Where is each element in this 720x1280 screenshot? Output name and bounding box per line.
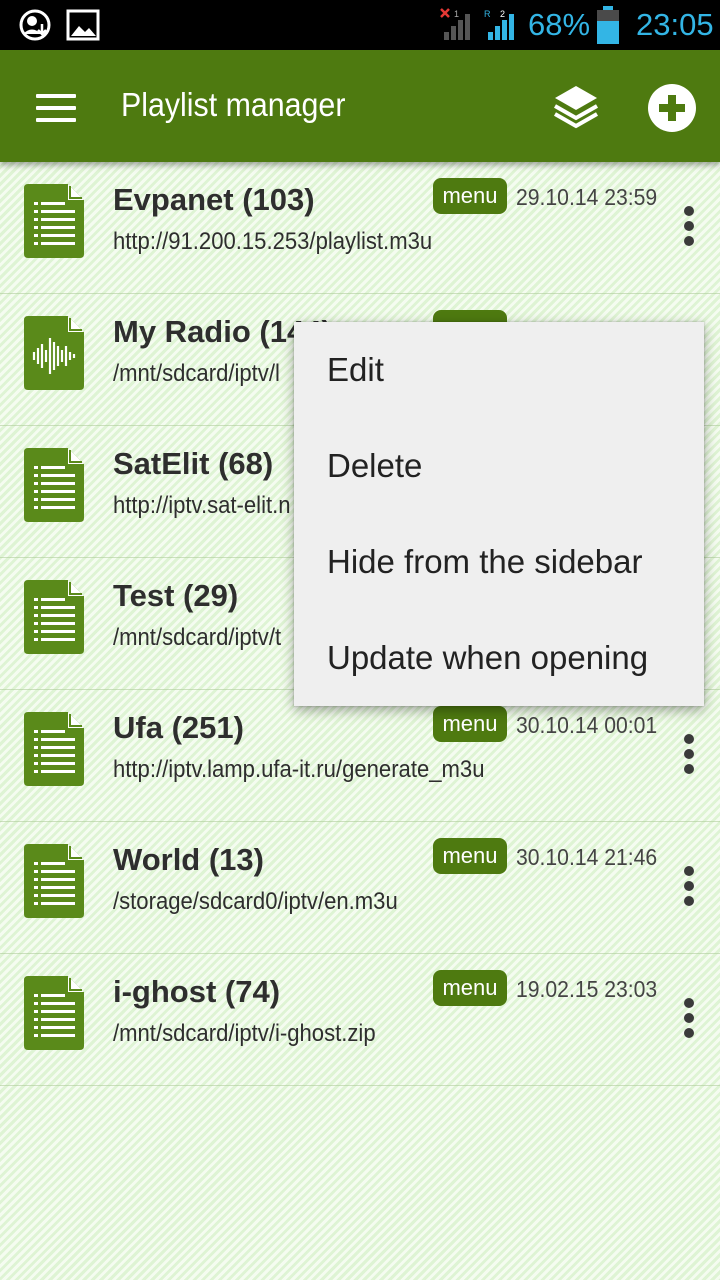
playlist-date: 30.10.14 00:01 (516, 712, 658, 738)
playlist-title: World (13) (113, 842, 264, 877)
app-bar: Playlist manager (0, 50, 720, 162)
menu-badge[interactable]: menu (433, 970, 507, 1006)
playlist-title: Ufa (251) (113, 710, 244, 745)
playlist-url: http://iptv.lamp.ufa-it.ru/generate_m3u (113, 756, 485, 783)
status-bar: 1 R 2 68% 23:05 (0, 0, 720, 50)
layers-icon[interactable] (551, 82, 601, 132)
playlist-url: /storage/sdcard0/iptv/en.m3u (113, 888, 398, 915)
more-vert-icon[interactable] (676, 998, 702, 1038)
playlist-date: 19.02.15 23:03 (516, 976, 658, 1002)
playlist-title: SatElit (68) (113, 446, 274, 481)
list-item[interactable]: Ufa (251) http://iptv.lamp.ufa-it.ru/gen… (0, 690, 720, 822)
menu-icon[interactable] (36, 94, 76, 122)
playlist-title: Test (29) (113, 578, 239, 613)
menu-badge[interactable]: menu (433, 706, 507, 742)
playlist-file-icon (24, 976, 84, 1050)
menu-badge[interactable]: menu (433, 838, 507, 874)
playlist-url: /mnt/sdcard/iptv/l (113, 360, 280, 387)
playlist-url: /mnt/sdcard/iptv/t (113, 624, 282, 651)
battery-percent: 68% (528, 7, 591, 42)
image-icon (66, 9, 100, 41)
clock: 23:05 (636, 7, 714, 42)
playlist-url: http://91.200.15.253/playlist.m3u (113, 228, 433, 255)
list-item[interactable]: i-ghost (74) /mnt/sdcard/iptv/i-ghost.zi… (0, 954, 720, 1086)
menu-item-hide-from-sidebar[interactable]: Hide from the sidebar (294, 514, 704, 610)
svg-text:1: 1 (454, 9, 459, 19)
playlist-title: i-ghost (74) (113, 974, 281, 1009)
playlist-url: /mnt/sdcard/iptv/i-ghost.zip (113, 1020, 376, 1047)
add-icon[interactable] (647, 83, 697, 133)
audio-file-icon (24, 316, 84, 390)
page-title: Playlist manager (121, 86, 346, 123)
more-vert-icon[interactable] (676, 734, 702, 774)
menu-item-edit[interactable]: Edit (294, 322, 704, 418)
battery-icon (597, 6, 619, 44)
more-vert-icon[interactable] (676, 206, 702, 246)
playlist-date: 29.10.14 23:59 (516, 184, 658, 210)
menu-item-delete[interactable]: Delete (294, 418, 704, 514)
context-menu: Edit Delete Hide from the sidebar Update… (294, 322, 704, 706)
playlist-file-icon (24, 448, 84, 522)
playlist-file-icon (24, 712, 84, 786)
list-item[interactable]: World (13) /storage/sdcard0/iptv/en.m3u … (0, 822, 720, 954)
list-item[interactable]: Evpanet (103) http://91.200.15.253/playl… (0, 162, 720, 294)
menu-badge[interactable]: menu (433, 178, 507, 214)
playlist-file-icon (24, 844, 84, 918)
playlist-file-icon (24, 184, 84, 258)
signal-sim2-icon: R 2 (484, 9, 514, 40)
playlist-title: Evpanet (103) (113, 182, 315, 217)
playlist-date: 30.10.14 21:46 (516, 844, 658, 870)
playlist-url: http://iptv.sat-elit.n (113, 492, 291, 519)
signal-sim1-icon: 1 (440, 8, 470, 40)
svg-text:2: 2 (500, 9, 505, 19)
contacts-sync-icon (19, 9, 51, 41)
svg-text:R: R (484, 9, 491, 19)
menu-item-update-when-opening[interactable]: Update when opening (294, 610, 704, 706)
more-vert-icon[interactable] (676, 866, 702, 906)
playlist-file-icon (24, 580, 84, 654)
